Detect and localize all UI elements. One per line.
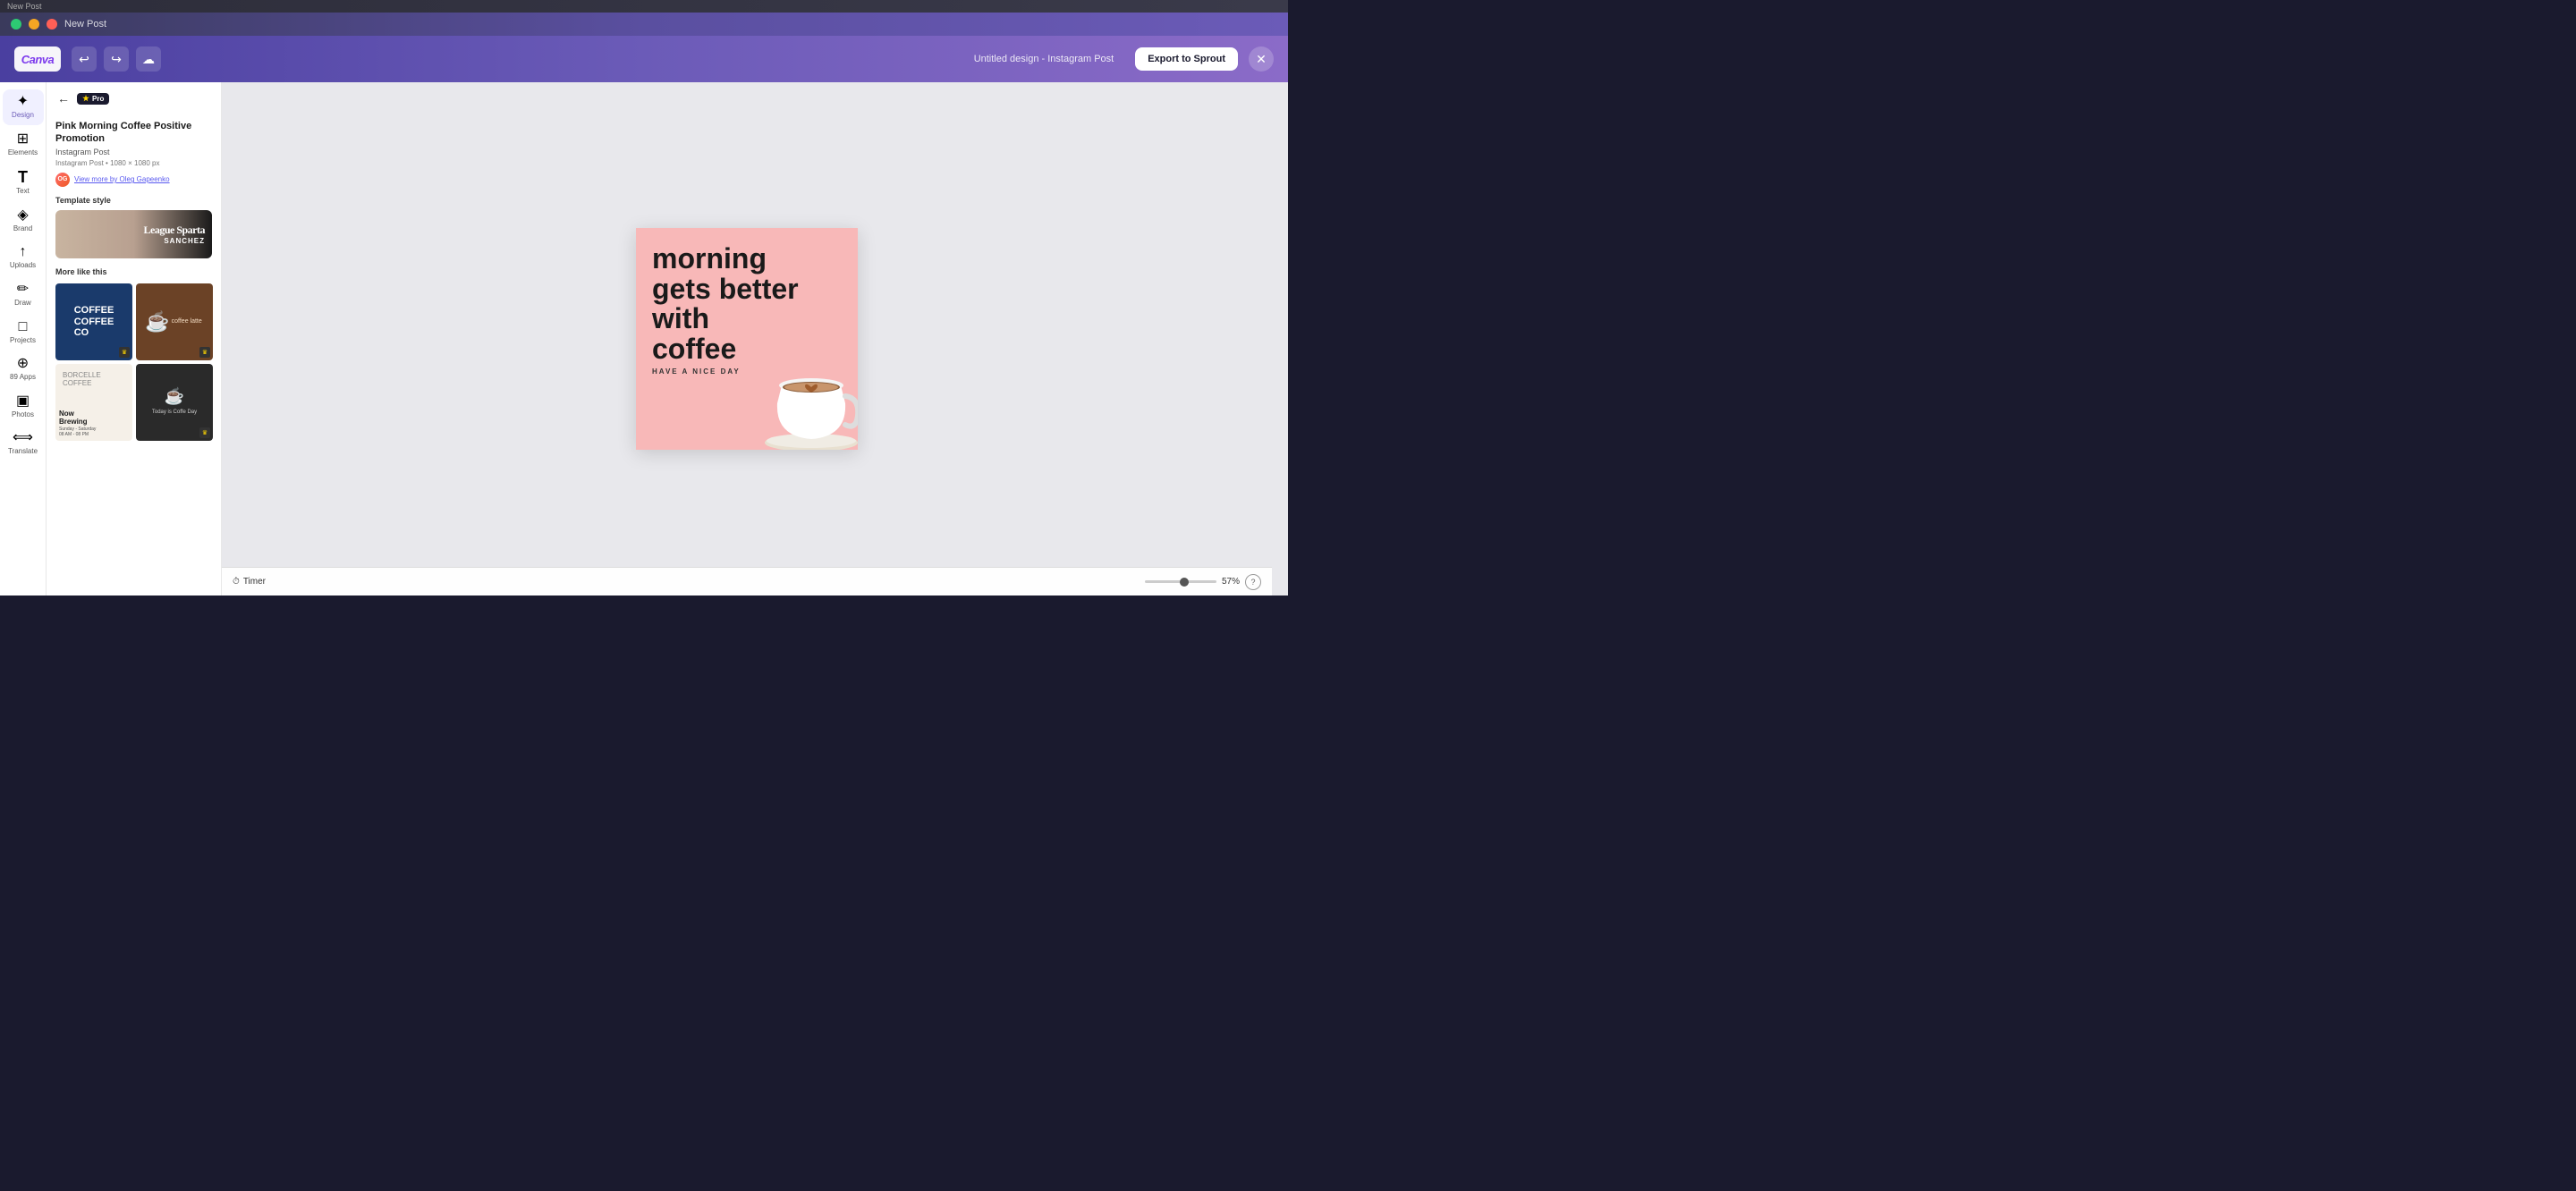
undo-button[interactable]: ↩ xyxy=(72,46,97,72)
photos-icon: ▣ xyxy=(16,394,30,409)
elements-icon: ⊞ xyxy=(17,132,29,147)
traffic-light-red[interactable] xyxy=(47,19,57,30)
canvas-bottom-bar: ⏱ Timer 57% ? xyxy=(222,567,1272,596)
thumbnail-2[interactable]: ☕ coffee latte ♛ xyxy=(136,283,213,360)
canva-wrapper: Canva ↩ ↪ ☁ Untitled design - Instagram … xyxy=(0,36,1288,596)
sidebar-item-design[interactable]: ✦ Design xyxy=(3,89,44,125)
more-like-this-label: More like this xyxy=(55,267,212,276)
sidebar-item-projects[interactable]: □ Projects xyxy=(3,315,44,351)
text-icon: T xyxy=(18,169,28,185)
pro-badge: Pro xyxy=(77,93,109,105)
redo-button[interactable]: ↪ xyxy=(104,46,129,72)
timer-icon: ⏱ xyxy=(233,577,240,587)
author-link[interactable]: View more by Oleg Gapeenko xyxy=(74,175,170,183)
crown-icon-1: ♛ xyxy=(119,347,130,358)
traffic-light-green[interactable] xyxy=(11,19,21,30)
os-bar-title: New Post xyxy=(7,2,42,11)
app-header-title: New Post xyxy=(64,19,106,30)
save-cloud-button[interactable]: ☁ xyxy=(136,46,161,72)
zoom-slider[interactable] xyxy=(1145,580,1216,583)
design-icon: ✦ xyxy=(17,95,29,109)
thumbnail-4[interactable]: ☕ Today is Coffe Day ♛ xyxy=(136,364,213,441)
sidebar-item-photos[interactable]: ▣ Photos xyxy=(3,389,44,425)
pro-star-icon xyxy=(82,95,89,102)
brand-icon: ◈ xyxy=(17,208,28,223)
panel-content: Pink Morning Coffee Positive Promotion I… xyxy=(47,114,221,446)
sidebar-item-elements[interactable]: ⊞ Elements xyxy=(3,127,44,163)
translate-icon: ⟺ xyxy=(13,431,33,445)
thumb-4-text: Today is Coffe Day xyxy=(150,408,199,417)
sidebar-item-apps[interactable]: ⊕ 89 Apps xyxy=(3,351,44,387)
style-font-sub: SANCHEZ xyxy=(144,237,206,245)
template-panel: ← Pro Pink Morning Coffee Positive Promo… xyxy=(47,82,222,596)
help-button[interactable]: ? xyxy=(1245,574,1261,590)
thumbnails-grid: COFFEECOFFEECO ♛ ☕ coffee latte ♛ BORCEL… xyxy=(55,283,212,441)
template-meta: Instagram Post • 1080 × 1080 px xyxy=(55,159,212,167)
author-row: OG View more by Oleg Gapeenko xyxy=(55,173,212,187)
canvas-area[interactable]: morning gets better with coffee HAVE A N… xyxy=(222,82,1272,596)
canva-main: ✦ Design ⊞ Elements T Text ◈ Brand ↑ Upl… xyxy=(0,82,1288,596)
thumb-3-title: NowBrewing xyxy=(59,410,88,427)
close-button[interactable]: ✕ xyxy=(1249,46,1274,72)
zoom-slider-thumb xyxy=(1180,578,1189,587)
sidebar-item-draw[interactable]: ✏ Draw xyxy=(3,277,44,313)
draw-icon: ✏ xyxy=(17,283,29,297)
right-sidebar xyxy=(1272,82,1288,596)
thumb-3-brand: BORCELLE COFFEE xyxy=(59,367,129,387)
timer-button[interactable]: ⏱ Timer xyxy=(233,577,266,587)
style-font-name: League Sparta xyxy=(144,224,206,237)
topbar-actions: ↩ ↪ ☁ xyxy=(72,46,161,72)
uploads-icon: ↑ xyxy=(20,245,27,259)
thumb-1-text: COFFEECOFFEECO xyxy=(71,301,118,341)
template-style-preview[interactable]: League Sparta SANCHEZ xyxy=(55,210,212,258)
design-canvas[interactable]: morning gets better with coffee HAVE A N… xyxy=(636,228,858,450)
panel-header: ← Pro xyxy=(47,82,221,114)
canva-topbar: Canva ↩ ↪ ☁ Untitled design - Instagram … xyxy=(0,36,1288,82)
icon-sidebar: ✦ Design ⊞ Elements T Text ◈ Brand ↑ Upl… xyxy=(0,82,47,596)
traffic-light-yellow[interactable] xyxy=(29,19,39,30)
app-header: New Post xyxy=(0,13,1288,36)
template-style-label: Template style xyxy=(55,196,212,205)
apps-icon: ⊕ xyxy=(17,357,29,371)
thumb-3-sub: Sunday - Saturday08 AM - 08 PM xyxy=(59,427,96,437)
crown-icon-4: ♛ xyxy=(199,427,210,438)
template-type: Instagram Post xyxy=(55,148,212,156)
style-font-preview: League Sparta SANCHEZ xyxy=(144,224,206,245)
thumb-2-text: coffee latte xyxy=(170,317,204,326)
template-title: Pink Morning Coffee Positive Promotion xyxy=(55,120,212,146)
zoom-value: 57% xyxy=(1222,577,1240,587)
sidebar-item-text[interactable]: T Text xyxy=(3,164,44,201)
sidebar-item-translate[interactable]: ⟺ Translate xyxy=(3,426,44,461)
design-title: Untitled design - Instagram Post xyxy=(172,54,1124,64)
os-bar: New Post xyxy=(0,0,1288,13)
zoom-controls: 57% ? xyxy=(1145,574,1261,590)
back-button[interactable]: ← xyxy=(55,89,72,107)
export-to-sprout-button[interactable]: Export to Sprout xyxy=(1135,47,1238,71)
crown-icon-2: ♛ xyxy=(199,347,210,358)
projects-icon: □ xyxy=(19,320,28,334)
thumbnail-3[interactable]: BORCELLE COFFEE NowBrewing Sunday - Satu… xyxy=(55,364,132,441)
sidebar-item-brand[interactable]: ◈ Brand xyxy=(3,203,44,239)
thumbnail-1[interactable]: COFFEECOFFEECO ♛ xyxy=(55,283,132,360)
author-avatar: OG xyxy=(55,173,70,187)
canvas-coffee-image xyxy=(750,342,858,450)
canva-logo[interactable]: Canva xyxy=(14,46,61,72)
sidebar-item-uploads[interactable]: ↑ Uploads xyxy=(3,240,44,275)
